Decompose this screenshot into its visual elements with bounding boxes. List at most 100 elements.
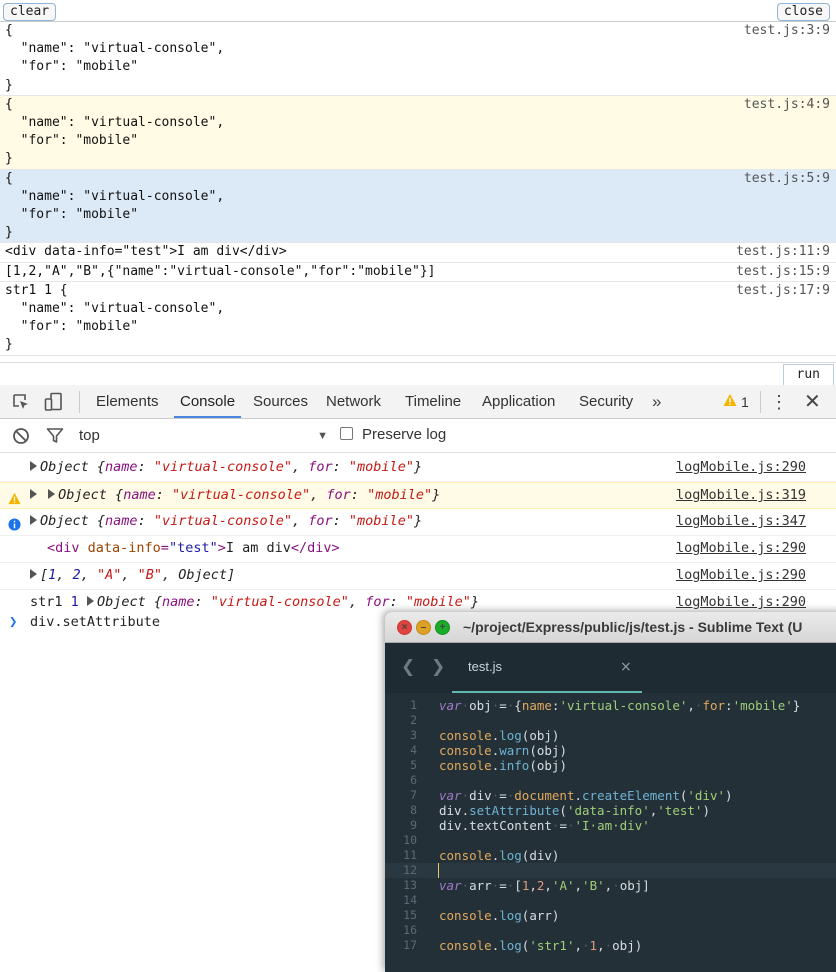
clear-console-icon[interactable] [11, 426, 31, 446]
expand-triangle-icon[interactable] [30, 515, 37, 525]
tab-elements[interactable]: Elements [90, 385, 165, 418]
code-line: 5 console.info(obj) [410, 758, 567, 773]
code-line: 4 console.warn(obj) [410, 743, 567, 758]
object-preview[interactable]: Object {name: "virtual-console", for: "m… [30, 483, 440, 508]
more-tabs-button[interactable]: » [652, 385, 661, 418]
editor-tab-label: test.js [468, 659, 502, 674]
inspect-element-icon[interactable] [11, 392, 31, 412]
console-info-row: Object {name: "virtual-console", for: "m… [0, 509, 836, 536]
vconsole-source-label: test.js:17:9 [736, 282, 830, 298]
expand-triangle-icon[interactable] [30, 569, 37, 579]
warning-icon[interactable] [723, 393, 737, 407]
vconsole-source-label: test.js:15:9 [736, 263, 830, 279]
dropdown-arrow-icon: ▼ [317, 430, 328, 442]
code-line: 7 var·div·=·document.createElement('div') [410, 788, 733, 803]
vconsole-log-row: [1,2,"A","B",{"name":"virtual-console","… [0, 263, 836, 282]
code-line-current: 12 [385, 863, 836, 878]
object-preview[interactable]: Object {name: "virtual-console", for: "m… [30, 509, 422, 534]
console-log-row: Object {name: "virtual-console", for: "m… [0, 455, 836, 482]
tab-application[interactable]: Application [476, 385, 561, 418]
vconsole-source-label: test.js:11:9 [736, 244, 830, 260]
clear-button[interactable]: clear [3, 3, 57, 21]
vconsole-source-label: test.js:5:9 [743, 170, 830, 186]
vconsole-warn-row: { "name": "virtual-console", "for": "mob… [0, 95, 836, 170]
expand-triangle-icon[interactable] [48, 489, 56, 499]
warning-count[interactable]: 1 [741, 394, 749, 410]
console-log-row: [1, 2, "A", "B", Object] logMobile.js:29… [0, 563, 836, 590]
info-icon [8, 515, 21, 531]
preserve-log-checkbox[interactable]: Preserve log [340, 427, 446, 445]
vconsole-info-row: { "name": "virtual-console", "for": "mob… [0, 169, 836, 244]
vconsole-log-text: { "name": "virtual-console", "for": "mob… [5, 23, 225, 93]
dom-node-preview[interactable]: <div data-info="test">I am div</div> [47, 536, 340, 561]
vconsole-log-text: { "name": "virtual-console", "for": "mob… [5, 96, 225, 167]
console-message-list: Object {name: "virtual-console", for: "m… [0, 455, 836, 616]
vconsole-log-row: { "name": "virtual-console", "for": "mob… [0, 22, 836, 96]
code-line: 13 var·arr·=·[1,2,'A','B',·obj] [403, 878, 650, 893]
code-line: 10 [403, 833, 417, 847]
editor-tab-test-js[interactable]: test.js × [452, 659, 642, 693]
code-line: 15 console.log(arr) [403, 908, 560, 923]
warning-icon [8, 489, 21, 505]
tab-sources[interactable]: Sources [247, 385, 314, 418]
code-line: 11 console.log(div) [403, 848, 560, 863]
vconsole-source-label: test.js:3:9 [743, 23, 830, 38]
run-button[interactable]: run [782, 364, 834, 385]
code-line: 2 [410, 713, 417, 727]
expand-triangle-icon[interactable] [86, 596, 94, 606]
source-link[interactable]: logMobile.js:290 [676, 563, 806, 588]
tab-security[interactable]: Security [573, 385, 639, 418]
expand-triangle-icon[interactable] [30, 461, 37, 471]
code-line: 1 var·obj·=·{name:'virtual-console',·for:… [410, 698, 801, 713]
preserve-log-label: Preserve log [362, 426, 447, 443]
source-link[interactable]: logMobile.js:290 [676, 536, 806, 561]
vconsole-log-text: { "name": "virtual-console", "for": "mob… [5, 170, 225, 241]
code-line: 9 div.textContent·=·'I·am·div' [410, 818, 650, 833]
object-preview[interactable]: Object {name: "virtual-console", for: "m… [30, 455, 422, 480]
close-devtools-icon[interactable]: ✕ [804, 389, 821, 414]
tab-console[interactable]: Console [174, 385, 242, 418]
checkbox-box[interactable] [340, 427, 353, 440]
vconsole-log-text: str1 1 { "name": "virtual-console", "for… [5, 282, 225, 353]
window-maximize-icon[interactable]: + [435, 620, 450, 635]
console-warn-row: Object {name: "virtual-console", for: "m… [0, 482, 836, 509]
array-preview[interactable]: [1, 2, "A", "B", Object] [30, 563, 235, 588]
source-link[interactable]: logMobile.js:347 [676, 509, 806, 534]
vconsole-source-label: test.js:4:9 [743, 96, 830, 112]
chevron-left-icon[interactable]: ❮ [401, 657, 415, 677]
expand-triangle-icon[interactable] [30, 489, 37, 499]
window-minimize-icon[interactable]: – [416, 620, 431, 635]
window-title: ~/project/Express/public/js/test.js - Su… [463, 619, 803, 635]
code-line: 3 console.log(obj) [410, 728, 560, 743]
context-select-value: top [79, 427, 100, 444]
context-select[interactable]: top ▼ [70, 425, 328, 447]
console-toolbar: top ▼ Preserve log [0, 419, 836, 453]
toolbar-divider [760, 391, 761, 413]
toolbar-divider [79, 391, 80, 413]
chevron-right-icon[interactable]: ❯ [431, 657, 445, 677]
source-link[interactable]: logMobile.js:319 [676, 483, 806, 508]
kebab-menu-icon[interactable]: ⋮ [770, 392, 788, 413]
device-toolbar-icon[interactable] [44, 392, 64, 412]
console-input[interactable]: div.setAttribute [30, 611, 160, 633]
tab-timeline[interactable]: Timeline [399, 385, 467, 418]
filter-icon[interactable] [45, 426, 65, 446]
virtual-console-log-list: { "name": "virtual-console", "for": "mob… [0, 21, 836, 356]
sublime-text-window: × – + ~/project/Express/public/js/test.j… [385, 612, 836, 972]
code-line: 8 div.setAttribute('data-info','test') [410, 803, 710, 818]
console-log-row: <div data-info="test">I am div</div> log… [0, 536, 836, 563]
text-caret [438, 863, 439, 878]
editor-tab-bar: ❮ ❯ test.js × [385, 643, 836, 693]
window-close-icon[interactable]: × [397, 620, 412, 635]
run-bar: run [0, 362, 836, 385]
close-tab-icon[interactable]: × [620, 659, 632, 675]
tab-network[interactable]: Network [320, 385, 387, 418]
code-editor[interactable]: 1 var·obj·=·{name:'virtual-console',·for:… [385, 693, 836, 972]
code-line: 16 [403, 923, 417, 937]
close-button[interactable]: close [776, 3, 830, 21]
code-line: 6 [410, 773, 417, 787]
prompt-chevron-icon: ❯ [9, 614, 18, 630]
window-titlebar: × – + ~/project/Express/public/js/test.j… [385, 612, 836, 643]
source-link[interactable]: logMobile.js:290 [676, 455, 806, 480]
vconsole-log-text: <div data-info="test">I am div</div> [5, 244, 287, 260]
